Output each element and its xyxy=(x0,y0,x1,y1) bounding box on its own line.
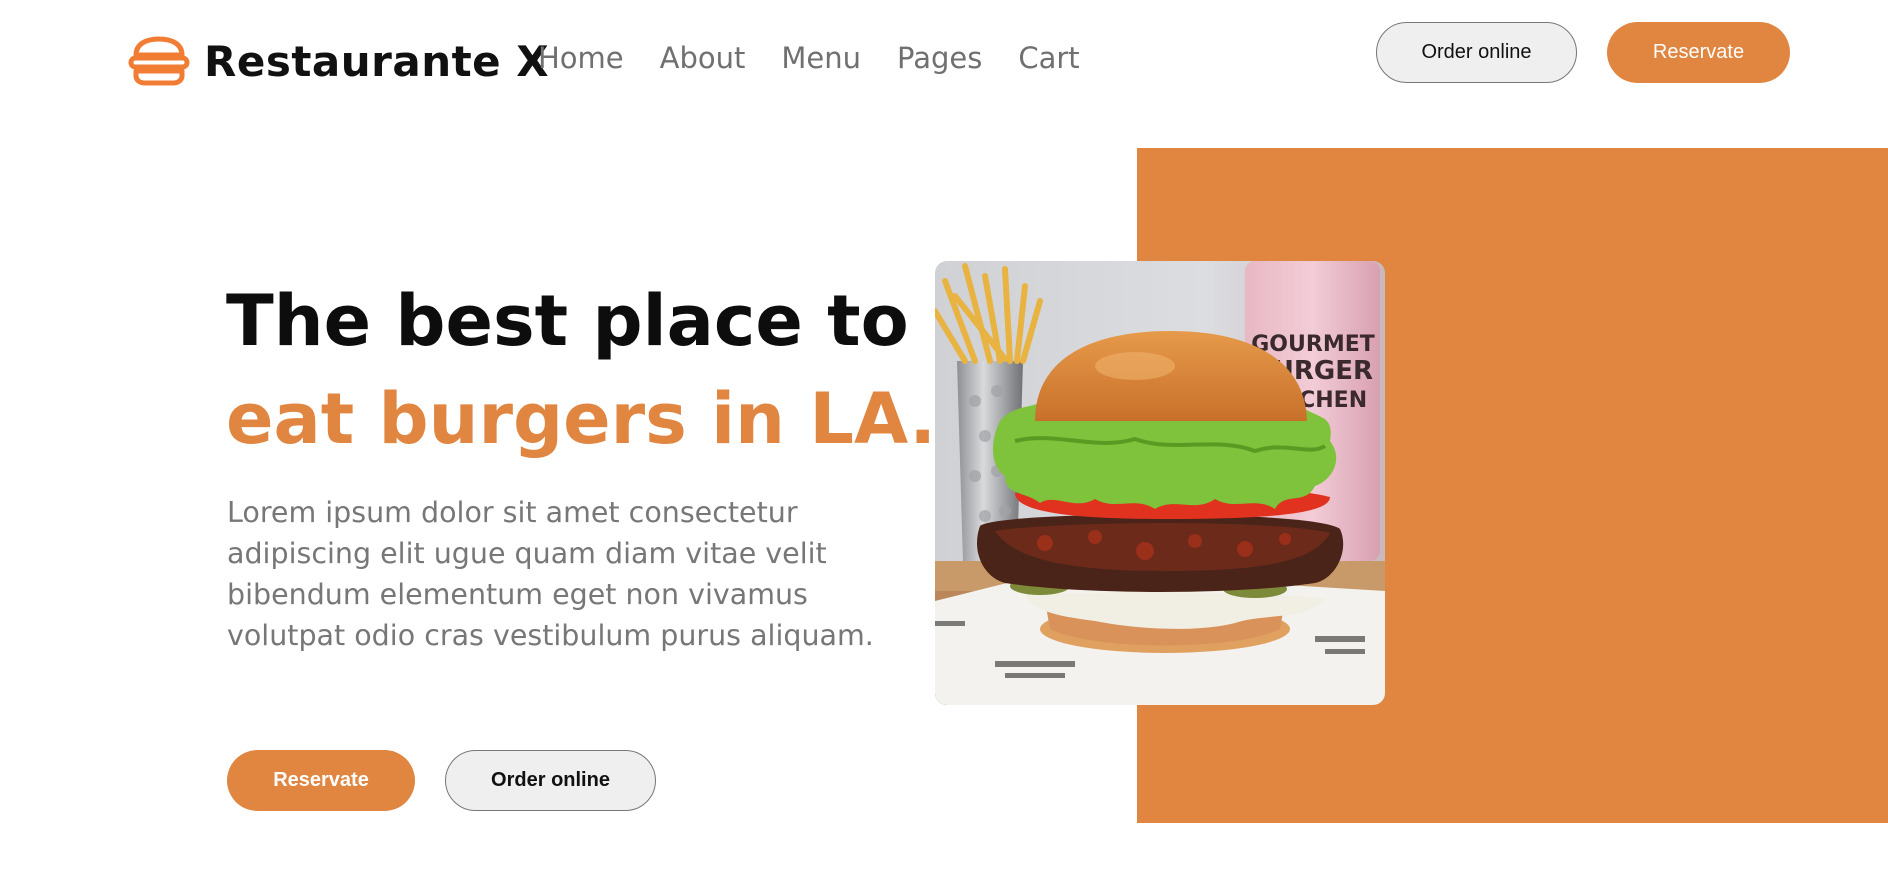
hero-order-online-button[interactable]: Order online xyxy=(445,750,656,811)
hero-description: Lorem ipsum dolor sit amet consectetur a… xyxy=(227,492,907,656)
hero-description-line: volutpat odio cras vestibulum purus aliq… xyxy=(227,619,874,652)
logo[interactable]: Restaurante X xyxy=(128,36,549,86)
nav-about[interactable]: About xyxy=(660,38,746,78)
cup-text-line: GOURMET xyxy=(1251,332,1375,357)
hero-title: The best place to eat burgers in LA. xyxy=(226,272,936,468)
hero-description-line: bibendum elementum eget non vivamus xyxy=(227,578,808,611)
nav-cart[interactable]: Cart xyxy=(1018,38,1079,78)
logo-text: Restaurante X xyxy=(204,36,550,86)
hero-description-line: adipiscing elit ugue quam diam vitae vel… xyxy=(227,537,827,570)
hero-reservate-button[interactable]: Reservate xyxy=(227,750,415,811)
landing-page: Restaurante X Home About Menu Pages Cart… xyxy=(0,0,1888,892)
burger-photo: GOURMET BURGER KITCHEN xyxy=(935,261,1385,705)
header-order-online-button[interactable]: Order online xyxy=(1376,22,1577,83)
header-reservate-button[interactable]: Reservate xyxy=(1607,22,1790,83)
nav-pages[interactable]: Pages xyxy=(897,38,982,78)
nav-menu[interactable]: Menu xyxy=(781,38,861,78)
main-nav: Home About Menu Pages Cart xyxy=(538,38,1080,78)
hero-description-line: Lorem ipsum dolor sit amet consectetur xyxy=(227,496,798,529)
hero-title-line1: The best place to xyxy=(226,280,909,362)
nav-home[interactable]: Home xyxy=(538,38,624,78)
hero-title-line2: eat burgers in LA. xyxy=(226,378,937,460)
burger-illustration: GOURMET BURGER KITCHEN xyxy=(935,261,1385,705)
burger-icon xyxy=(128,36,190,86)
